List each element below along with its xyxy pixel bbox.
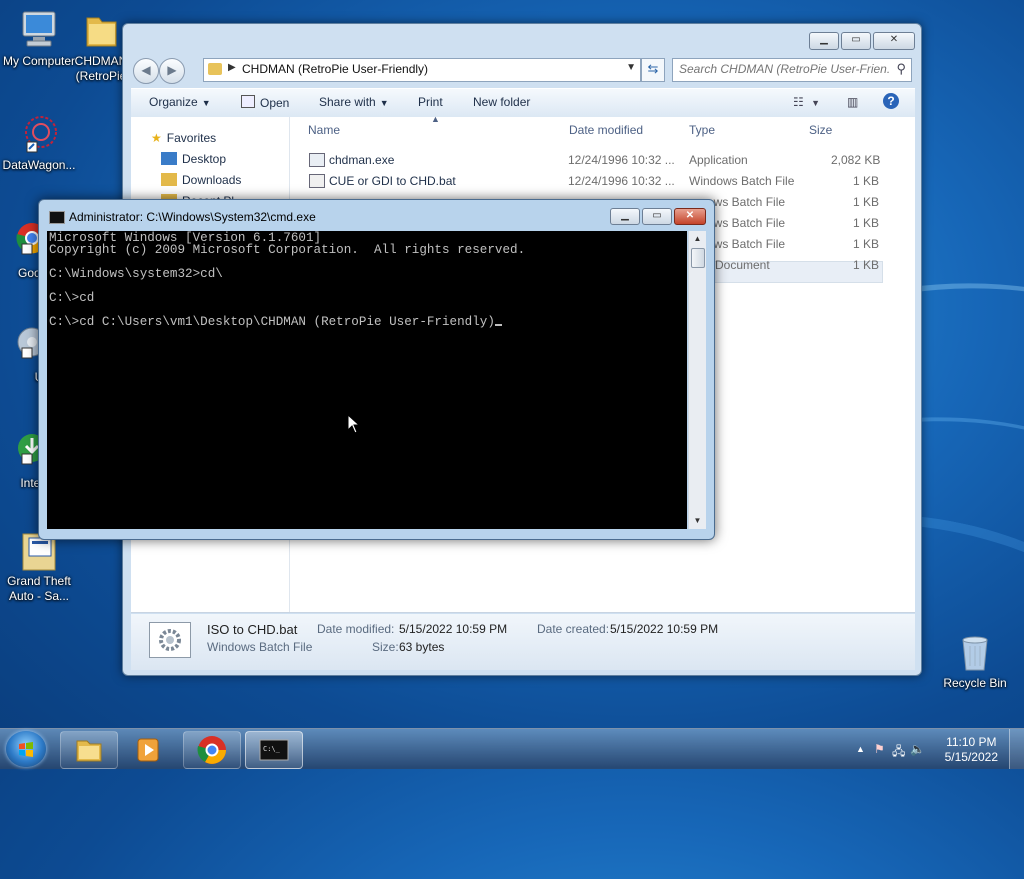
cmd-close-button[interactable]: ✕ <box>674 208 706 225</box>
cmd-window-title: Administrator: C:\Windows\System32\cmd.e… <box>69 210 316 224</box>
address-row: ◀ ▶ ▶ CHDMAN (RetroPie User-Friendly) ▼ … <box>131 57 913 84</box>
column-header-type[interactable]: Type <box>689 123 715 137</box>
taskbar-chrome-button[interactable] <box>183 731 241 769</box>
show-hidden-icons-arrow-icon[interactable]: ▲ <box>856 744 865 754</box>
desktop-icon-my-computer[interactable]: My Computer <box>1 8 77 69</box>
star-icon: ★ <box>151 131 162 145</box>
cmd-icon <box>49 211 65 224</box>
cmd-maximize-button[interactable]: ▭ <box>642 208 672 225</box>
batch-file-icon <box>309 174 325 188</box>
action-center-flag-icon[interactable]: ⚑ <box>874 742 885 756</box>
scroll-up-arrow-icon[interactable]: ▲ <box>689 231 706 247</box>
desktop-icon <box>161 152 177 165</box>
volume-icon[interactable]: 🔈 <box>910 742 925 756</box>
cmd-window[interactable]: Administrator: C:\Windows\System32\cmd.e… <box>38 199 715 540</box>
column-header-date-modified[interactable]: Date modified <box>569 123 643 137</box>
chevron-down-icon[interactable]: ▼ <box>626 62 636 73</box>
explorer-caption-buttons: ▁ ▭ ✕ <box>809 32 915 50</box>
system-tray: ▲ ⚑ 🖧 🔈 11:10 PM 5/15/2022 <box>834 729 1024 769</box>
nav-desktop[interactable]: Desktop <box>161 152 226 166</box>
downloads-icon <box>161 173 177 186</box>
minimize-button[interactable]: ▁ <box>809 32 839 50</box>
details-filetype: Windows Batch File <box>207 640 313 654</box>
text-cursor <box>494 324 502 326</box>
search-icon[interactable]: ⚲ <box>896 61 906 77</box>
explorer-folder-icon <box>76 740 102 762</box>
share-with-button[interactable]: Share with ▼ <box>319 95 389 109</box>
nav-favorites[interactable]: ★ Favorites <box>151 131 216 145</box>
new-folder-button[interactable]: New folder <box>473 95 530 109</box>
organize-button[interactable]: Organize ▼ <box>149 95 211 109</box>
open-button[interactable]: Open <box>241 95 289 110</box>
console-output[interactable]: Microsoft Windows [Version 6.1.7601] Cop… <box>47 231 687 529</box>
console-current-line: C:\>cd C:\Users\vm1\Desktop\CHDMAN (Retr… <box>49 316 502 328</box>
help-icon[interactable]: ? <box>883 93 899 109</box>
folder-icon <box>79 8 123 52</box>
cmd-taskbar-icon: C:\_ <box>259 739 289 761</box>
desktop-icon-internet-download-shortcut[interactable]: Inte Dow <box>2 430 42 491</box>
refresh-button[interactable]: ⇆ <box>641 58 665 82</box>
search-input[interactable] <box>673 59 889 79</box>
close-button[interactable]: ✕ <box>873 32 915 50</box>
computer-icon <box>17 8 61 52</box>
taskbar-clock[interactable]: 11:10 PM 5/15/2022 <box>945 735 998 765</box>
search-box[interactable]: ⚲ <box>672 58 912 82</box>
view-options-icon[interactable]: ☷ ▼ <box>793 95 820 109</box>
details-size: 63 bytes <box>399 640 445 654</box>
console-scrollbar[interactable]: ▲ ▼ <box>688 231 706 529</box>
network-icon[interactable]: 🖧 <box>892 742 905 763</box>
start-button[interactable] <box>6 731 46 767</box>
application-icon <box>309 153 325 167</box>
column-header-name[interactable]: Name <box>308 123 340 137</box>
preview-pane-icon[interactable]: ▥ <box>847 95 858 109</box>
scroll-down-arrow-icon[interactable]: ▼ <box>689 513 706 529</box>
column-header-size[interactable]: Size <box>809 123 832 137</box>
desktop-icon-ultra-shortcut[interactable]: Ultr <box>2 324 42 385</box>
windows-logo-icon <box>19 742 33 757</box>
open-icon <box>241 95 255 108</box>
taskbar-explorer-button[interactable] <box>60 731 118 769</box>
datawagon-icon <box>17 112 61 156</box>
recycle-bin-icon <box>953 630 997 674</box>
desktop-icon-chrome-shortcut[interactable]: Goo Chro <box>2 220 42 281</box>
media-player-icon <box>137 738 159 762</box>
details-date-modified: 5/15/2022 10:59 PM <box>399 622 508 636</box>
details-date-created: 5/15/2022 10:59 PM <box>610 622 719 636</box>
details-filename: ISO to CHD.bat <box>207 622 298 637</box>
forward-button[interactable]: ▶ <box>159 58 185 84</box>
desktop-icon-datawagon[interactable]: DataWagon... <box>1 112 77 173</box>
chrome-icon <box>197 736 226 764</box>
details-pane: ISO to CHD.bat Windows Batch File Date m… <box>131 614 915 670</box>
print-button[interactable]: Print <box>418 95 443 109</box>
nav-downloads[interactable]: Downloads <box>161 173 241 187</box>
maximize-button[interactable]: ▭ <box>841 32 871 50</box>
mouse-pointer-icon <box>347 414 361 434</box>
address-bar[interactable]: ▶ CHDMAN (RetroPie User-Friendly) ▼ <box>203 58 641 82</box>
folder-icon <box>208 63 222 75</box>
desktop-icon-recycle-bin[interactable]: Recycle Bin <box>937 630 1013 691</box>
clock-time: 11:10 PM <box>946 735 997 749</box>
scrollbar-thumb[interactable] <box>691 248 705 268</box>
taskbar-media-player-button[interactable] <box>121 731 179 769</box>
cmd-caption-buttons: ▁ ▭ ✕ <box>610 208 706 225</box>
back-button[interactable]: ◀ <box>133 58 159 84</box>
command-bar: Organize ▼ Open Share with ▼ Print New fol… <box>131 88 915 118</box>
cmd-minimize-button[interactable]: ▁ <box>610 208 640 225</box>
show-desktop-button[interactable] <box>1009 729 1024 769</box>
sort-arrow-icon: ▲ <box>431 114 440 124</box>
taskbar-cmd-button[interactable]: C:\_ <box>245 731 303 769</box>
address-path: CHDMAN (RetroPie User-Friendly) <box>242 62 429 76</box>
taskbar: C:\_ ▲ ⚑ 🖧 🔈 11:10 PM 5/15/2022 <box>0 728 1024 769</box>
clock-date: 5/15/2022 <box>944 750 998 764</box>
svg-text:C:\_: C:\_ <box>263 745 281 753</box>
batch-file-gear-icon <box>149 622 191 658</box>
breadcrumb-arrow-icon[interactable]: ▶ <box>228 62 236 73</box>
